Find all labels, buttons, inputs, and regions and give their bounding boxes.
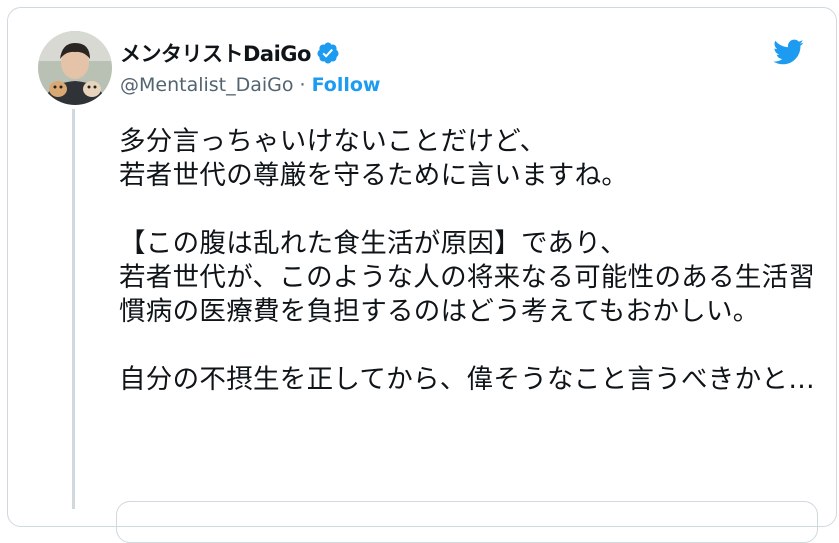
author-handle[interactable]: @Mentalist_DaiGo	[120, 74, 294, 96]
thread-line	[72, 109, 75, 509]
author-name[interactable]: メンタリストDaiGo	[120, 38, 311, 68]
separator-dot: ·	[299, 74, 306, 96]
handle-row: @Mentalist_DaiGo · Follow	[120, 74, 380, 96]
tweet-text: 多分言っちゃいけないことだけど、 若者世代の尊厳を守るために言いますね。 【この…	[119, 126, 816, 395]
avatar-image	[38, 31, 112, 105]
twitter-bird-icon[interactable]	[770, 36, 806, 68]
tweet-card[interactable]: メンタリストDaiGo @Mentalist_DaiGo · Follow 多分…	[7, 7, 837, 543]
author-row[interactable]: メンタリストDaiGo	[120, 38, 340, 68]
avatar[interactable]	[38, 31, 112, 105]
verified-badge-icon	[316, 41, 340, 65]
follow-button[interactable]: Follow	[312, 74, 381, 96]
quoted-tweet[interactable]	[116, 501, 818, 543]
